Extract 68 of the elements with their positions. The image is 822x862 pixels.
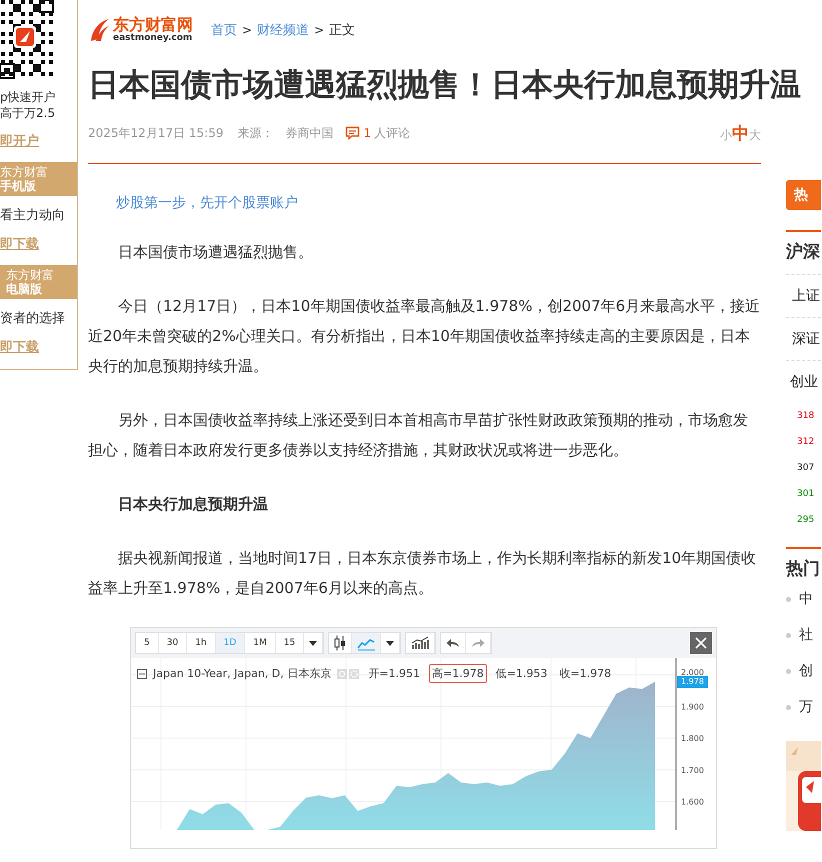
- collapse-icon[interactable]: [137, 668, 147, 678]
- app-tagline: 看主力动向: [0, 207, 66, 224]
- hot-topic-link[interactable]: 万: [799, 689, 813, 725]
- fan-logo-icon: [88, 16, 110, 42]
- promo-text: p快速开户: [0, 89, 57, 105]
- paragraph: 今日（12月17日），日本10年期国债收益率最高触及1.978%，创2007年6月来最高水平，接近近20年未曾突破的2%心理关口。有分析指出，日本10年期国债收益率持续走高的主要原因是，日本央行的加息预期持续升温。: [88, 296, 761, 377]
- promo-text: 高于万2.5: [0, 105, 56, 121]
- source-label: 来源：: [237, 124, 274, 142]
- axis-tick-label: 1.900: [681, 702, 704, 712]
- breadcrumb-link[interactable]: 首页: [211, 20, 237, 38]
- section-heading: 日本央行加息预期升温: [117, 494, 269, 515]
- breadcrumb-link[interactable]: 财经频道: [257, 20, 310, 38]
- comment-icon: [345, 126, 360, 140]
- badge-text: 东方财富: [6, 268, 55, 282]
- caret-icon: [309, 640, 318, 646]
- quote-value: 295: [796, 514, 816, 527]
- quote-value: 301: [796, 488, 816, 501]
- redo-icon: [471, 638, 486, 648]
- axis-tick-label: 1.700: [681, 766, 704, 775]
- article-title: 日本国债市场遭遇猛烈抛售！日本央行加息预期升温: [88, 66, 802, 105]
- candlestick-icon: [334, 635, 346, 651]
- badge-text: 电脑版: [6, 282, 43, 296]
- axis-tick-label: 1.600: [681, 798, 704, 806]
- badge-text: 手机版: [0, 179, 37, 193]
- breadcrumb-separator: >: [314, 22, 324, 36]
- breadcrumb-current: 正文: [329, 22, 356, 38]
- publish-date: 2025年12月17日 15:59: [88, 124, 224, 142]
- qr-code-icon: [0, 0, 54, 80]
- paragraph: 另外，日本国债收益率持续上涨还受到日本首相高市早苗扩张性财政政策预期的推动，市场愈发担心，随着日本政府发行更多债券以支持经济措施，其财政状况或将进一步恶化。: [88, 410, 749, 461]
- index-name[interactable]: 深证: [786, 317, 821, 360]
- hot-topic-link[interactable]: 创: [799, 653, 813, 689]
- paragraph: 据央视新闻报道，当地时间17日，日本东京债券市场上，作为长期利率指标的新发10年期国债收益率上升至1.978%，是自2007年6月以来的高点。: [88, 548, 758, 599]
- hot-topic-link[interactable]: 社: [799, 617, 813, 653]
- caret-icon: [386, 640, 394, 646]
- price-tag: 1.978: [677, 676, 708, 688]
- section-heading: 沪深: [786, 241, 821, 264]
- logo-domain: eastmoney.com: [113, 33, 193, 43]
- close-icon: [695, 637, 707, 649]
- section-heading: 热门: [786, 558, 821, 581]
- paragraph: 日本国债市场遭遇猛烈抛售。: [117, 242, 314, 263]
- hot-topic-link[interactable]: 中: [799, 581, 813, 617]
- axis-tick-label: 2.000: [681, 668, 704, 677]
- comment-link[interactable]: 1 人评论: [345, 124, 410, 142]
- app-tagline: 资者的选择: [0, 310, 66, 327]
- ohlc-value: 低=1.953: [494, 666, 548, 682]
- bar-chart-icon: [411, 636, 430, 650]
- undo-icon: [446, 638, 460, 648]
- quote-value: 318: [796, 410, 816, 423]
- font-size-option[interactable]: 中: [732, 122, 749, 144]
- quote-value: 307: [796, 462, 816, 475]
- ohlc-value: 高=1.978: [428, 664, 487, 683]
- breadcrumb-separator: >: [242, 22, 252, 36]
- bullet-icon: [786, 596, 791, 602]
- bullet-icon: [786, 704, 791, 710]
- open-account-link[interactable]: 炒股第一步，先开个股票账户: [88, 194, 761, 212]
- ohlc-value: 开=1.951: [367, 666, 421, 682]
- index-name[interactable]: 创业: [786, 360, 821, 403]
- source-name: 券商中国: [285, 124, 334, 142]
- close-button[interactable]: [690, 632, 712, 654]
- quote-value: 312: [796, 436, 816, 449]
- index-name[interactable]: 上证: [786, 274, 821, 317]
- axis-tick-label: 1.800: [681, 734, 704, 744]
- badge-text: 东方财富: [0, 165, 49, 179]
- bullet-icon: [786, 632, 791, 638]
- symbol-label: Japan 10-Year, Japan, D, 日本东京: [153, 666, 332, 681]
- logo-name: 东方财富网: [113, 16, 193, 33]
- ohlc-value: 收=1.978: [558, 666, 612, 682]
- bullet-icon: [786, 668, 791, 674]
